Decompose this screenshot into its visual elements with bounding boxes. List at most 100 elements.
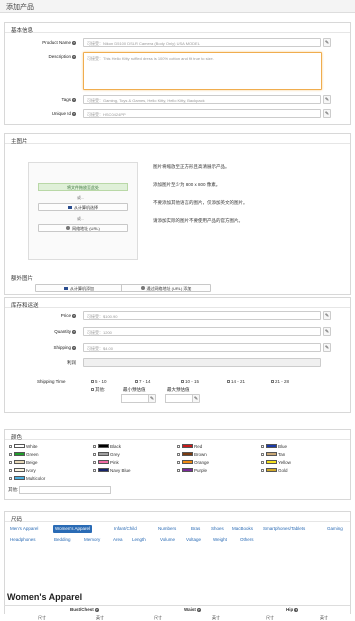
help-icon[interactable]: ? <box>72 330 76 334</box>
min-days-input[interactable] <box>121 394 149 403</box>
color-option-tan[interactable]: Tan <box>261 452 285 457</box>
help-icon[interactable]: ? <box>196 608 201 612</box>
checkbox[interactable] <box>93 461 96 465</box>
tags-input[interactable]: 可接受：Gaming, Toys & Games, Hello Kitty, H… <box>83 95 321 104</box>
size-tab-voltage[interactable]: Voltage <box>186 536 201 544</box>
help-icon[interactable]: ? <box>72 314 76 318</box>
size-tab-length[interactable]: Length <box>132 536 146 544</box>
shipping-input[interactable]: 可接受：$4.00 <box>83 343 321 352</box>
size-tab-numbers[interactable]: Numbers <box>158 525 176 533</box>
size-tab-men-s-apparel[interactable]: Men's Apparel <box>10 525 38 533</box>
description-textarea[interactable]: 可接受：This Hello Kitty ruffled dress is 10… <box>83 52 322 90</box>
help-icon[interactable]: ? <box>72 112 76 116</box>
checkbox[interactable] <box>9 477 12 481</box>
price-input[interactable]: 可接受：$100.90 <box>83 311 321 320</box>
add-from-computer-button[interactable]: 从计算机添加 <box>35 284 123 292</box>
size-tab-headphones[interactable]: Headphones <box>10 536 36 544</box>
color-option-yellow[interactable]: Yellow <box>261 460 291 465</box>
checkbox[interactable] <box>181 380 184 384</box>
size-tab-bras[interactable]: Bras <box>191 525 200 533</box>
size-tab-infant-child[interactable]: Infant/Child <box>114 525 137 533</box>
color-option-purple[interactable]: Purple <box>177 468 207 473</box>
size-tab-women-s-apparel[interactable]: Women's Apparel <box>53 525 93 533</box>
color-option-navy-blue[interactable]: Navy Blue <box>93 468 131 473</box>
size-tab-shoes[interactable]: Shoes <box>211 525 224 533</box>
checkbox[interactable] <box>93 453 96 457</box>
checkbox[interactable] <box>9 445 12 449</box>
checkbox[interactable] <box>177 461 180 465</box>
image-url-button[interactable]: 网络地址 (URL) <box>38 224 128 232</box>
color-label: Red <box>194 444 203 449</box>
select-from-computer-button[interactable]: 从计算机选择 <box>38 203 128 211</box>
shipping-option-10-15[interactable]: 10 - 15 <box>181 379 199 384</box>
shipping-option-7-14[interactable]: 7 - 14 <box>135 379 151 384</box>
checkbox[interactable] <box>93 469 96 473</box>
color-option-red[interactable]: Red <box>177 444 202 449</box>
edit-pencil-icon[interactable]: ✎ <box>323 327 331 336</box>
color-label: Green <box>26 452 39 457</box>
shipping-option-other[interactable]: 其他: <box>91 387 105 393</box>
checkbox[interactable] <box>271 380 274 384</box>
color-option-pink[interactable]: Pink <box>93 460 119 465</box>
checkbox[interactable] <box>9 453 12 457</box>
edit-pencil-icon[interactable]: ✎ <box>323 95 331 104</box>
checkbox[interactable] <box>93 445 96 449</box>
help-icon[interactable]: ? <box>72 346 76 350</box>
checkbox[interactable] <box>261 445 264 449</box>
edit-pencil-icon[interactable]: ✎ <box>323 311 331 320</box>
edit-pencil-icon[interactable]: ✎ <box>323 38 331 47</box>
quantity-input[interactable]: 可接受：1200 <box>83 327 321 336</box>
color-option-brown[interactable]: Brown <box>177 452 207 457</box>
color-option-grey[interactable]: Grey <box>93 452 120 457</box>
unique-id-input[interactable]: 可接受：HSC0424PP <box>83 109 321 118</box>
checkbox[interactable] <box>91 388 94 392</box>
color-option-beige[interactable]: Beige <box>9 460 38 465</box>
color-option-white[interactable]: White <box>9 444 38 449</box>
color-option-ivory[interactable]: Ivory <box>9 468 36 473</box>
size-tab-smartphones-tablets[interactable]: Smartphones/Tablets <box>263 525 305 533</box>
size-tab-macbooks[interactable]: MacBooks <box>232 525 253 533</box>
product-name-input[interactable]: 可接受：Nikon D5100 DSLR Camera (Body Only) … <box>83 38 321 47</box>
add-from-url-button[interactable]: 通过网络地址 (URL) 添加 <box>121 284 211 292</box>
color-option-gold[interactable]: Gold <box>261 468 288 473</box>
help-icon[interactable]: ? <box>72 98 76 102</box>
checkbox[interactable] <box>261 469 264 473</box>
edit-pencil-icon[interactable]: ✎ <box>323 343 331 352</box>
shipping-option-14-21[interactable]: 14 - 21 <box>227 379 245 384</box>
color-option-green[interactable]: Green <box>9 452 39 457</box>
checkbox[interactable] <box>177 469 180 473</box>
shipping-option-21-28[interactable]: 21 - 28 <box>271 379 289 384</box>
edit-pencil-icon[interactable]: ✎ <box>148 394 156 403</box>
help-icon[interactable]: ? <box>72 55 76 59</box>
size-tab-area[interactable]: Area <box>113 536 123 544</box>
size-tab-others[interactable]: Others <box>240 536 254 544</box>
size-tab-weight[interactable]: Weight <box>213 536 227 544</box>
color-option-black[interactable]: Black <box>93 444 121 449</box>
size-tab-bedding[interactable]: Bedding <box>54 536 71 544</box>
color-option-orange[interactable]: Orange <box>177 460 209 465</box>
color-other-input[interactable] <box>19 486 111 494</box>
checkbox[interactable] <box>9 469 12 473</box>
max-days-input[interactable] <box>165 394 193 403</box>
checkbox[interactable] <box>177 453 180 457</box>
color-option-multicolor[interactable]: Multicolor <box>9 476 45 481</box>
image-drop-zone[interactable]: 将文件拖放至此处 或... 从计算机选择 或... 网络地址 (URL) <box>28 162 138 260</box>
help-icon[interactable]: ? <box>294 608 299 612</box>
checkbox[interactable] <box>261 453 264 457</box>
size-tab-memory[interactable]: Memory <box>84 536 100 544</box>
shipping-option-5-10[interactable]: 5 - 10 <box>91 379 107 384</box>
help-icon[interactable]: ? <box>72 41 76 45</box>
color-option-blue[interactable]: Blue <box>261 444 287 449</box>
checkbox[interactable] <box>135 380 138 384</box>
size-tab-gaming[interactable]: Gaming <box>327 525 343 533</box>
size-tab-volume[interactable]: Volume <box>160 536 175 544</box>
checkbox[interactable] <box>9 461 12 465</box>
edit-pencil-icon[interactable]: ✎ <box>192 394 200 403</box>
checkbox[interactable] <box>177 445 180 449</box>
checkbox[interactable] <box>227 380 230 384</box>
checkbox[interactable] <box>91 380 94 384</box>
help-icon[interactable]: ? <box>94 608 99 612</box>
edit-pencil-icon[interactable]: ✎ <box>323 109 331 118</box>
price-label: Price <box>60 313 71 318</box>
checkbox[interactable] <box>261 461 264 465</box>
